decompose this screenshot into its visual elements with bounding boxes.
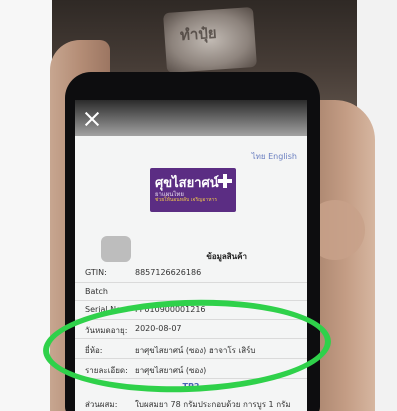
cross-icon	[218, 174, 232, 188]
row-label: Batch	[85, 287, 108, 296]
top-bar	[75, 100, 307, 136]
row-value: ใบผสมยา 78 กรัมประกอบด้วย การบูร 1 กรัม	[135, 400, 291, 409]
language-switch[interactable]: ไทย English	[252, 150, 297, 163]
row-label: GTIN:	[85, 268, 107, 277]
close-icon[interactable]	[84, 111, 100, 127]
divider	[75, 282, 307, 283]
brand-logo: ศุขไสยาศน์ ยาแผนไทย ช่วยให้นอนหลับ เจริญ…	[150, 168, 236, 212]
photo-scene: ทำปุ๋ย ไทย English ศุขไสยาศน์ ยาแผนไทย ช…	[0, 0, 397, 411]
background-sign-text: ทำปุ๋ย	[179, 23, 218, 45]
row-value: 8857126626186	[135, 268, 202, 277]
section-title: ข้อมูลสินค้า	[206, 252, 247, 261]
logo-slogan: ช่วยให้นอนหลับ เจริญอาหาร	[155, 197, 218, 203]
row-label: ส่วนผสม:	[85, 400, 118, 409]
